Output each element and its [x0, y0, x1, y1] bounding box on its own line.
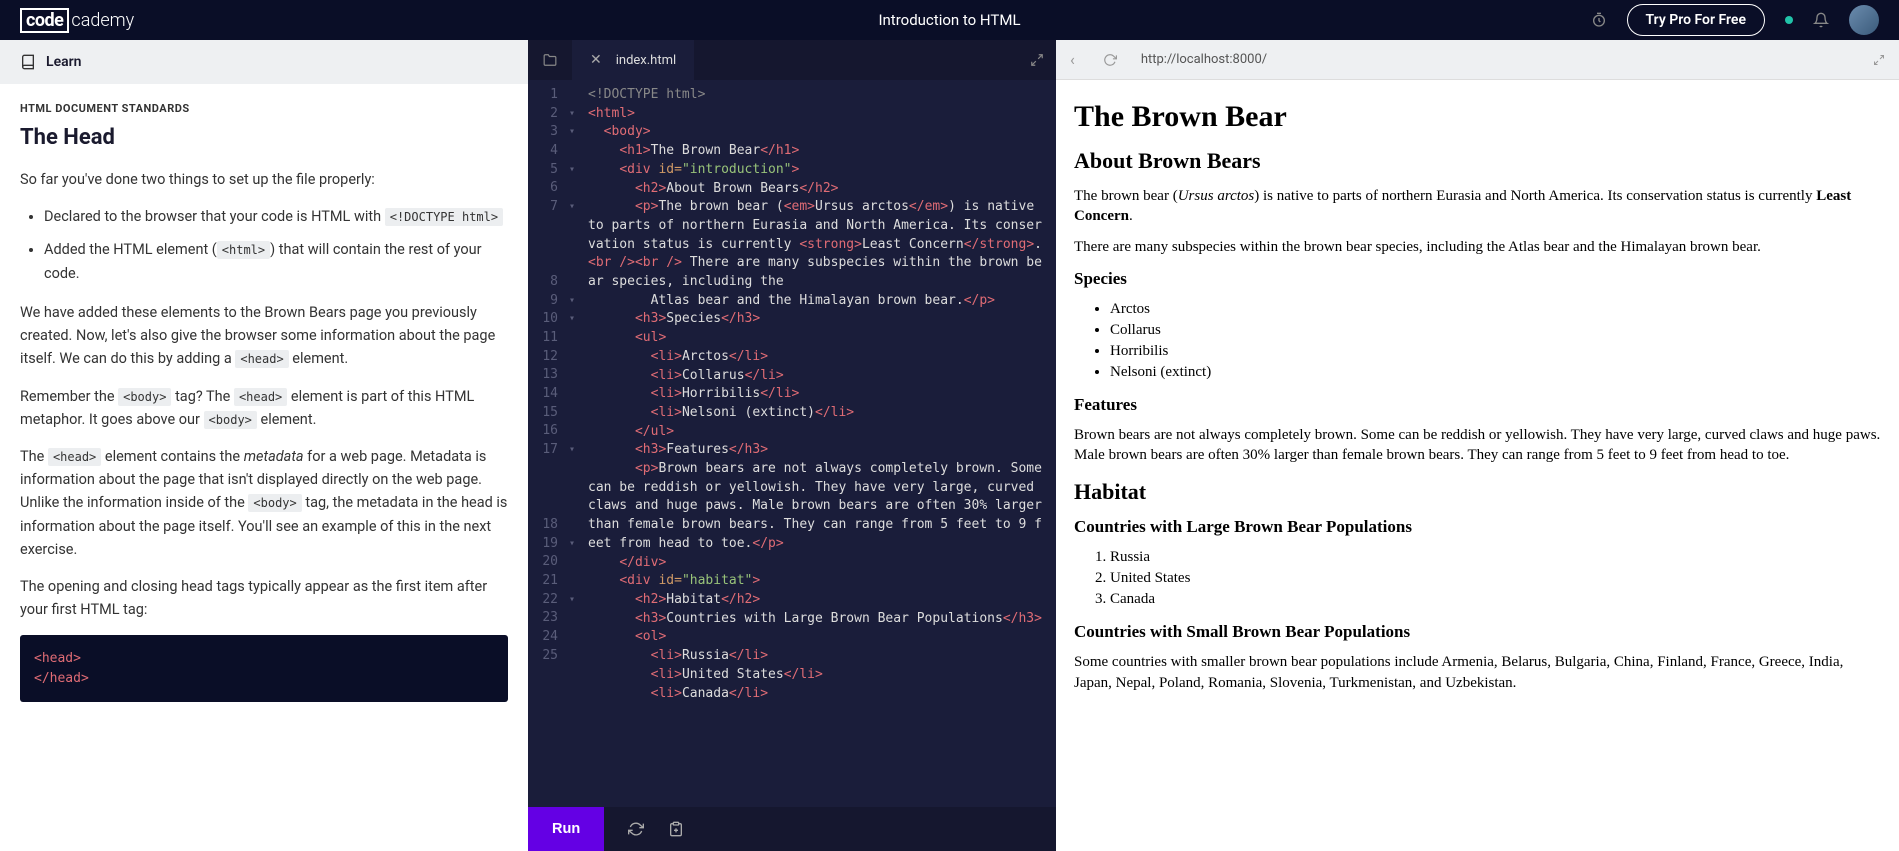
reload-icon[interactable]	[1089, 53, 1131, 67]
lesson-p4: The <head> element contains the metadata…	[20, 445, 508, 561]
list-item: Added the HTML element (<html>) that wil…	[44, 238, 508, 287]
logo-box: code	[20, 8, 69, 33]
preview-content: The Brown Bear About Brown Bears The bro…	[1056, 80, 1899, 851]
bell-icon[interactable]	[1813, 12, 1829, 28]
status-dot-icon[interactable]	[1785, 16, 1793, 24]
lesson-p2: We have added these elements to the Brow…	[20, 301, 508, 371]
list-item: Arctos	[1110, 299, 1881, 320]
logo[interactable]: codecademy	[20, 8, 134, 33]
list-item: Canada	[1110, 589, 1881, 610]
browser-bar: ‹ http://localhost:8000/	[1056, 40, 1899, 80]
preview-h2-about: About Brown Bears	[1074, 148, 1881, 174]
lesson-p1: So far you've done two things to set up …	[20, 168, 508, 191]
refresh-icon[interactable]	[628, 821, 644, 837]
lesson-pane: Learn HTML DOCUMENT STANDARDS The Head S…	[0, 40, 528, 851]
book-icon	[20, 54, 36, 70]
preview-h2-habitat: Habitat	[1074, 479, 1881, 505]
close-icon[interactable]: ✕	[590, 52, 602, 68]
folder-icon[interactable]	[528, 53, 572, 67]
lesson-p5: The opening and closing head tags typica…	[20, 575, 508, 621]
preview-h3-large: Countries with Large Brown Bear Populati…	[1074, 517, 1881, 537]
lesson-p3: Remember the <body> tag? The <head> elem…	[20, 385, 508, 431]
learn-label: Learn	[46, 54, 81, 70]
avatar[interactable]	[1849, 5, 1879, 35]
preview-h3-features: Features	[1074, 395, 1881, 415]
editor-tab[interactable]: ✕ index.html	[572, 40, 694, 80]
preview-pane: ‹ http://localhost:8000/ The Brown Bear …	[1056, 40, 1899, 851]
learn-bar[interactable]: Learn	[0, 40, 528, 84]
run-bar: Run	[528, 807, 1056, 851]
line-gutter: 1234567 891011121314151617 1819202122232…	[528, 80, 564, 807]
tab-label: index.html	[616, 53, 676, 68]
list-item: Russia	[1110, 547, 1881, 568]
lesson-section: HTML DOCUMENT STANDARDS	[20, 102, 508, 115]
try-pro-button[interactable]: Try Pro For Free	[1627, 4, 1765, 36]
editor-pane: ✕ index.html 1234567 891011121314151617 …	[528, 40, 1056, 851]
preview-p1: The brown bear (Ursus arctos) is native …	[1074, 186, 1881, 227]
page-title: Introduction to HTML	[878, 11, 1020, 29]
preview-h3-small: Countries with Small Brown Bear Populati…	[1074, 622, 1881, 642]
fold-column: ▾▾▾▾▾▾▾▾▾	[564, 80, 580, 807]
lesson-content: HTML DOCUMENT STANDARDS The Head So far …	[0, 84, 528, 851]
logo-rest: cademy	[71, 10, 134, 31]
lesson-title: The Head	[20, 125, 508, 150]
app-header: codecademy Introduction to HTML Try Pro …	[0, 0, 1899, 40]
list-item: United States	[1110, 568, 1881, 589]
preview-species-list: Arctos Collarus Horribilis Nelsoni (exti…	[1110, 299, 1881, 383]
run-button[interactable]: Run	[528, 807, 604, 851]
preview-h1: The Brown Bear	[1074, 100, 1881, 134]
header-actions: Try Pro For Free	[1591, 4, 1879, 36]
list-item: Declared to the browser that your code i…	[44, 205, 508, 230]
preview-h3-species: Species	[1074, 269, 1881, 289]
expand-icon[interactable]	[1859, 54, 1899, 66]
preview-countries-list: Russia United States Canada	[1110, 547, 1881, 610]
timer-icon[interactable]	[1591, 12, 1607, 28]
code-example: <head> </head>	[20, 635, 508, 702]
back-icon[interactable]: ‹	[1056, 50, 1089, 69]
code-content[interactable]: <!DOCTYPE html> <html> <body> <h1>The Br…	[580, 80, 1056, 807]
list-item: Collarus	[1110, 320, 1881, 341]
list-item: Nelsoni (extinct)	[1110, 362, 1881, 383]
url-bar[interactable]: http://localhost:8000/	[1131, 52, 1859, 67]
preview-p2: There are many subspecies within the bro…	[1074, 237, 1881, 257]
expand-icon[interactable]	[1030, 53, 1044, 67]
editor-tabs: ✕ index.html	[528, 40, 1056, 80]
list-item: Horribilis	[1110, 341, 1881, 362]
code-editor[interactable]: 1234567 891011121314151617 1819202122232…	[528, 80, 1056, 807]
preview-p-features: Brown bears are not always completely br…	[1074, 425, 1881, 466]
preview-p-small: Some countries with smaller brown bear p…	[1074, 652, 1881, 693]
clipboard-icon[interactable]	[668, 821, 684, 837]
